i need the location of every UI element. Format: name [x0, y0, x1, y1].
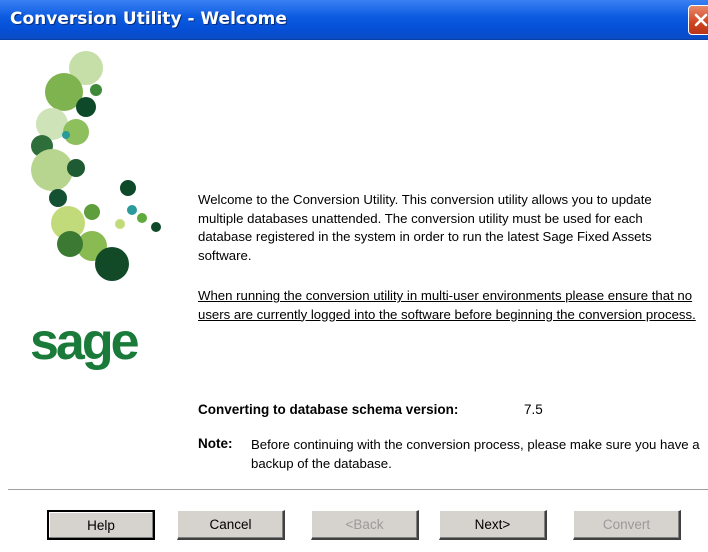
schema-version-row: Converting to database schema version: 7… — [198, 402, 698, 417]
help-button[interactable]: Help — [47, 510, 155, 540]
close-icon — [694, 13, 708, 27]
close-button[interactable] — [688, 5, 708, 35]
multi-user-warning: When running the conversion utility in m… — [198, 288, 696, 322]
next-button[interactable]: Next> — [439, 510, 547, 540]
welcome-text: Welcome to the Conversion Utility. This … — [198, 192, 652, 263]
divider — [8, 489, 708, 491]
title-bar[interactable]: Conversion Utility - Welcome — [0, 0, 708, 40]
schema-version-value: 7.5 — [524, 402, 543, 417]
sage-logo: sage — [30, 313, 140, 371]
note-label: Note: — [198, 436, 233, 451]
window-title: Conversion Utility - Welcome — [10, 9, 287, 29]
note-text: Before continuing with the conversion pr… — [251, 437, 700, 471]
back-button[interactable]: <Back — [311, 510, 419, 540]
schema-version-label: Converting to database schema version: — [198, 402, 459, 417]
cancel-button[interactable]: Cancel — [177, 510, 285, 540]
convert-button[interactable]: Convert — [573, 510, 681, 540]
